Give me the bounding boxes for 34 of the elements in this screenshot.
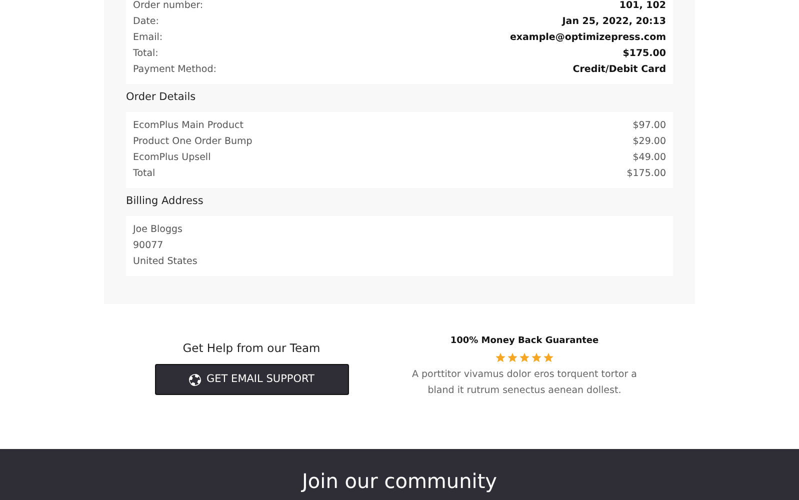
row-label: Product One Order Bump <box>133 134 252 149</box>
row-value: Jan 25, 2022, 20:13 <box>562 15 666 29</box>
star-icon <box>507 352 518 364</box>
row-value: $29.00 <box>632 134 666 149</box>
address-line: Joe Bloggs <box>133 222 184 236</box>
row-value: $49.00 <box>632 150 666 165</box>
address-line: United States <box>133 254 198 268</box>
star-icon <box>495 352 506 364</box>
lifebuoy-icon <box>188 374 201 386</box>
row-label: Email: <box>133 31 163 45</box>
row-value: Credit/Debit Card <box>572 63 666 77</box>
section-heading: Order Details <box>126 90 197 105</box>
row-label: Order number: <box>133 0 204 13</box>
guarantee-text: A porttitor vivamus dolor eros torquent tortor a bland it rutrum senectus aenean dollest. <box>411 368 638 398</box>
row-label: EcomPlus Upsell <box>133 150 211 165</box>
row-label: Total <box>133 166 156 181</box>
email-support-button[interactable]: GET EMAIL SUPPORT <box>154 364 348 396</box>
help-heading: Get Help from our Team <box>182 342 322 356</box>
row-value: example@optimizepress.com <box>510 31 666 45</box>
star-icon <box>531 352 542 364</box>
row-value: $97.00 <box>632 118 666 133</box>
row-value: $175.00 <box>622 47 666 61</box>
address-line: 90077 <box>133 238 164 252</box>
footer-heading: Join our community <box>300 468 498 492</box>
star-icon <box>543 352 554 364</box>
row-value: 101, 102 <box>619 0 666 13</box>
section-heading: Billing Address <box>126 194 204 209</box>
row-label: Payment Method: <box>133 63 216 77</box>
row-value: $175.00 <box>626 166 666 181</box>
row-label: Total: <box>133 47 158 61</box>
guarantee-title: 100% Money Back Guarantee <box>449 336 600 346</box>
row-label: EcomPlus Main Product <box>133 118 244 133</box>
star-icon <box>519 352 530 364</box>
row-label: Date: <box>133 15 159 29</box>
